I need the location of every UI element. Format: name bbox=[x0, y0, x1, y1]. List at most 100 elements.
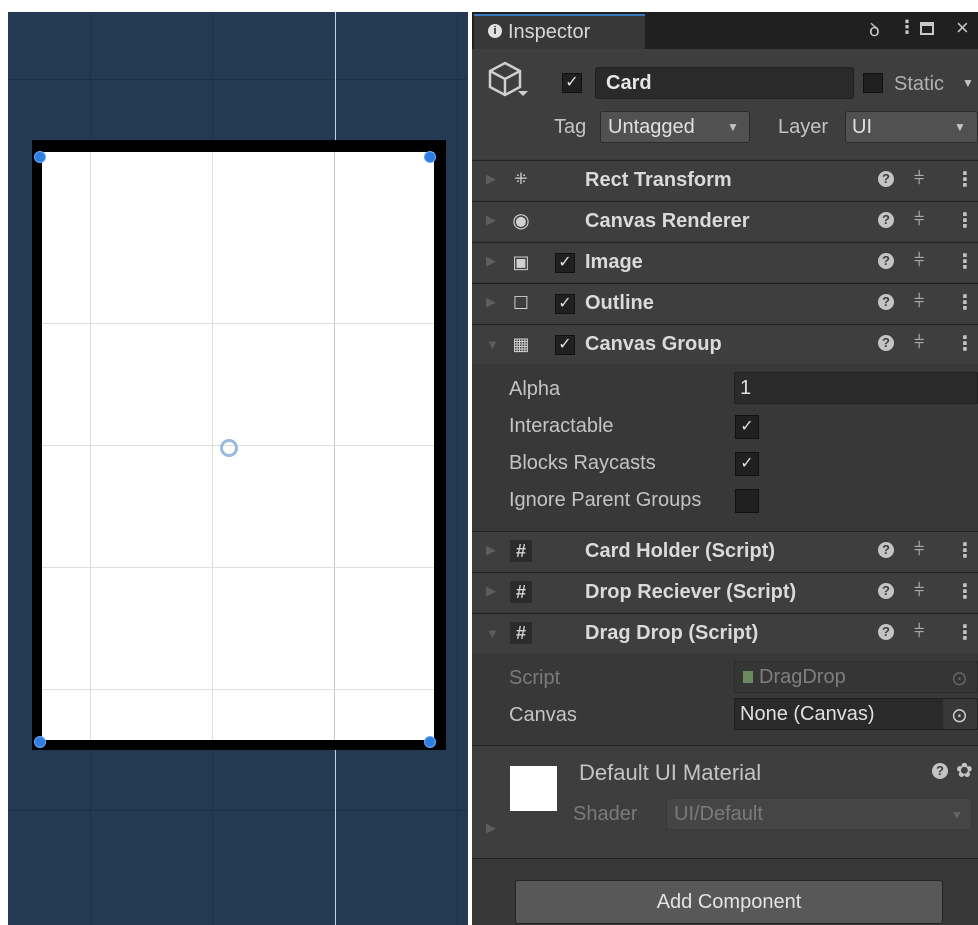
component-menu-icon[interactable]: ⋮ bbox=[955, 290, 975, 315]
component-header-outline[interactable]: ▶ ☐ ✓ Outline ? ⫩ ⋮ bbox=[472, 283, 978, 323]
help-icon[interactable]: ? bbox=[878, 212, 894, 228]
gear-icon[interactable]: ✿ bbox=[956, 758, 973, 783]
canvas-field[interactable]: None (Canvas) ⊙ bbox=[734, 698, 978, 730]
canvas-label: Canvas bbox=[509, 704, 577, 726]
add-component-button[interactable]: Add Component bbox=[515, 880, 943, 924]
component-menu-icon[interactable]: ⋮ bbox=[955, 167, 975, 192]
outline-enabled-checkbox[interactable]: ✓ bbox=[555, 294, 575, 314]
presets-icon[interactable]: ⫩ bbox=[914, 621, 924, 642]
foldout-expanded-arrow-icon[interactable]: ▼ bbox=[486, 337, 499, 352]
corner-handle-top-left[interactable] bbox=[34, 151, 46, 163]
tag-dropdown[interactable]: Untagged ▼ bbox=[600, 111, 750, 143]
grid-line bbox=[8, 79, 468, 80]
component-name: Canvas Group bbox=[585, 333, 722, 355]
help-icon[interactable]: ? bbox=[878, 583, 894, 599]
script-asset-icon bbox=[743, 671, 753, 683]
close-icon[interactable]: × bbox=[956, 15, 969, 41]
component-menu-icon[interactable]: ⋮ bbox=[955, 331, 975, 356]
script-icon: # bbox=[510, 581, 532, 603]
static-dropdown-icon[interactable]: ▼ bbox=[962, 76, 974, 90]
presets-icon[interactable]: ⫩ bbox=[914, 250, 924, 271]
tag-label: Tag bbox=[554, 116, 587, 138]
help-icon[interactable]: ? bbox=[878, 624, 894, 640]
object-name-field[interactable]: Card bbox=[595, 67, 854, 99]
help-icon[interactable]: ? bbox=[878, 171, 894, 187]
component-name: Canvas Renderer bbox=[585, 210, 750, 232]
component-header-image[interactable]: ▶ ▣ ✓ Image ? ⫩ ⋮ bbox=[472, 242, 978, 282]
component-header-canvas-group[interactable]: ▼ ▦ ✓ Canvas Group ? ⫩ ⋮ bbox=[472, 324, 978, 364]
active-checkbox[interactable]: ✓ bbox=[562, 73, 582, 93]
ignore-parent-groups-checkbox[interactable] bbox=[735, 489, 759, 513]
shader-value: UI/Default bbox=[674, 803, 763, 825]
static-checkbox[interactable] bbox=[863, 73, 883, 93]
help-icon[interactable]: ? bbox=[878, 253, 894, 269]
component-header-card-holder[interactable]: ▶ # Card Holder (Script) ? ⫩ ⋮ bbox=[472, 531, 978, 571]
presets-icon[interactable]: ⫩ bbox=[914, 332, 924, 353]
corner-handle-top-right[interactable] bbox=[424, 151, 436, 163]
inspector-panel: i Inspector ꝺ ⋮ × ✓ Card Static ▼ Tag Un… bbox=[472, 12, 978, 925]
presets-icon[interactable]: ⫩ bbox=[914, 539, 924, 560]
lock-icon[interactable]: ꝺ bbox=[869, 18, 880, 42]
component-header-drag-drop[interactable]: ▼ # Drag Drop (Script) ? ⫩ ⋮ bbox=[472, 613, 978, 653]
scene-view[interactable] bbox=[8, 12, 468, 925]
alpha-value: 1 bbox=[740, 377, 752, 399]
interactable-checkbox[interactable]: ✓ bbox=[735, 415, 759, 439]
help-icon[interactable]: ? bbox=[932, 763, 948, 779]
component-menu-icon[interactable]: ⋮ bbox=[955, 620, 975, 645]
component-header-drop-reciever[interactable]: ▶ # Drop Reciever (Script) ? ⫩ ⋮ bbox=[472, 572, 978, 612]
image-enabled-checkbox[interactable]: ✓ bbox=[555, 253, 575, 273]
card-grid-line bbox=[42, 689, 434, 690]
presets-icon[interactable]: ⫩ bbox=[914, 291, 924, 312]
script-value: DragDrop bbox=[759, 666, 846, 688]
foldout-arrow-icon[interactable]: ▶ bbox=[486, 171, 496, 187]
card-image[interactable] bbox=[42, 152, 434, 740]
object-picker-icon[interactable]: ⊙ bbox=[951, 703, 968, 728]
foldout-arrow-icon[interactable]: ▶ bbox=[486, 542, 496, 558]
blocks-raycasts-checkbox[interactable]: ✓ bbox=[735, 452, 759, 476]
foldout-expanded-arrow-icon[interactable]: ▼ bbox=[486, 626, 499, 641]
script-field: DragDrop ⊙ bbox=[734, 661, 978, 693]
canvas-value: None (Canvas) bbox=[740, 703, 875, 725]
presets-icon[interactable]: ⫩ bbox=[914, 580, 924, 601]
maximize-icon[interactable] bbox=[920, 22, 934, 35]
component-menu-icon[interactable]: ⋮ bbox=[955, 208, 975, 233]
material-section: ▶ Default UI Material ? ✿ Shader UI/Defa… bbox=[472, 745, 978, 858]
card-outline[interactable] bbox=[32, 140, 446, 750]
component-name: Image bbox=[585, 251, 643, 273]
presets-icon[interactable]: ⫩ bbox=[914, 168, 924, 189]
pivot-handle[interactable] bbox=[220, 439, 238, 457]
component-menu-icon[interactable]: ⋮ bbox=[955, 538, 975, 563]
help-icon[interactable]: ? bbox=[878, 542, 894, 558]
foldout-arrow-icon[interactable]: ▶ bbox=[486, 212, 496, 228]
help-icon[interactable]: ? bbox=[878, 335, 894, 351]
presets-icon[interactable]: ⫩ bbox=[914, 209, 924, 230]
layer-value: UI bbox=[852, 116, 872, 138]
component-menu-icon[interactable]: ⋮ bbox=[955, 249, 975, 274]
outline-icon: ☐ bbox=[512, 293, 530, 313]
blocks-raycasts-label: Blocks Raycasts bbox=[509, 452, 656, 474]
corner-handle-bottom-right[interactable] bbox=[424, 736, 436, 748]
component-header-rect-transform[interactable]: ▶ ⁜ Rect Transform ? ⫩ ⋮ bbox=[472, 160, 978, 200]
foldout-arrow-icon[interactable]: ▶ bbox=[486, 820, 496, 836]
help-icon[interactable]: ? bbox=[878, 294, 894, 310]
tab-inspector[interactable]: i Inspector bbox=[474, 14, 645, 49]
canvas-group-enabled-checkbox[interactable]: ✓ bbox=[555, 335, 575, 355]
drag-drop-properties: Script DragDrop ⊙ Canvas None (Canvas) ⊙ bbox=[472, 653, 978, 745]
canvas-group-icon: ▦ bbox=[512, 334, 530, 354]
foldout-arrow-icon[interactable]: ▶ bbox=[486, 583, 496, 599]
tag-value: Untagged bbox=[608, 116, 695, 138]
foldout-arrow-icon[interactable]: ▶ bbox=[486, 253, 496, 269]
corner-handle-bottom-left[interactable] bbox=[34, 736, 46, 748]
tab-bar: i Inspector ꝺ ⋮ × bbox=[472, 12, 978, 49]
more-icon[interactable]: ⋮ bbox=[898, 17, 916, 38]
rect-transform-icon: ⁜ bbox=[514, 171, 528, 188]
shader-dropdown: UI/Default ▼ bbox=[666, 798, 972, 830]
card-grid-line bbox=[90, 152, 91, 740]
card-grid-line bbox=[212, 152, 213, 740]
foldout-arrow-icon[interactable]: ▶ bbox=[486, 294, 496, 310]
component-header-canvas-renderer[interactable]: ▶ ◉ Canvas Renderer ? ⫩ ⋮ bbox=[472, 201, 978, 241]
alpha-field[interactable]: 1 bbox=[734, 372, 978, 404]
component-menu-icon[interactable]: ⋮ bbox=[955, 579, 975, 604]
component-name: Drop Reciever (Script) bbox=[585, 581, 797, 603]
layer-dropdown[interactable]: UI ▼ bbox=[845, 111, 978, 143]
